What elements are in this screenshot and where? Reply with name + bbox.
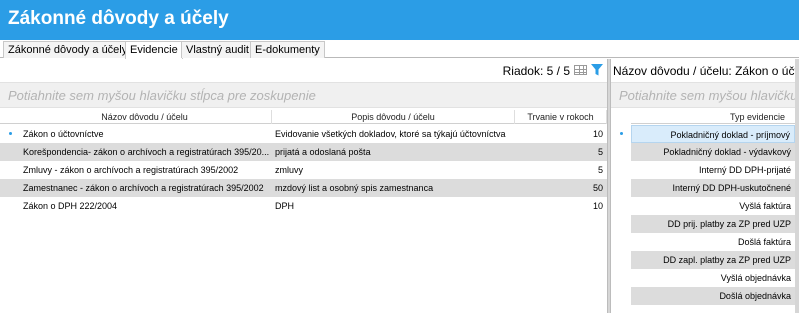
list-item[interactable]: Pokladničný doklad - príjmový [631,125,795,143]
group-hint-text: Potiahnite sem myšou hlavičku stĺpca pre… [619,88,799,103]
list-item[interactable]: Pokladničný doklad - výdavkový [631,143,795,161]
cell-description: mzdový list a osobný spis zamestnanca [275,183,434,193]
list-item[interactable]: DD zapl. platby za ZP pred UZP [631,251,795,269]
right-toolbar: Názov dôvodu / účelu: Zákon o účtovníctv… [611,59,799,81]
cell-years: 5 [597,165,603,175]
current-row-indicator [620,132,623,135]
column-header-years[interactable]: Trvanie v rokoch [515,110,607,124]
table-row[interactable]: Zákon o účtovníctve Evidovanie všetkých … [0,125,607,143]
cell-years: 5 [597,147,603,157]
cell-description: prijatá a odoslaná pošta [275,147,371,157]
app-title-bar: Zákonné dôvody a účely [0,0,799,40]
group-by-drop-area-right[interactable]: Potiahnite sem myšou hlavičku stĺpca pre… [611,82,799,108]
cell-name: Zmluvy - zákon o archívoch a registratúr… [23,165,239,175]
cell-years: 10 [592,129,603,139]
vertical-scrollbar[interactable] [795,59,799,313]
grid-layout-icon[interactable] [574,65,587,75]
tab-zakonne-dovody[interactable]: Zákonné dôvody a účely [3,41,133,58]
window-title: Zákonné dôvody a účely [8,8,229,29]
list-item[interactable]: Vyšlá objednávka [631,269,795,287]
tab-strip: Zákonné dôvody a účely Evidencie Vlastný… [0,40,799,59]
tab-evidencie[interactable]: Evidencie [125,41,183,59]
list-item[interactable]: DD prij. platby za ZP pred UZP [631,215,795,233]
column-header-description[interactable]: Popis dôvodu / účelu [272,110,515,124]
group-by-drop-area[interactable]: Potiahnite sem myšou hlavičku stĺpca pre… [0,82,607,108]
table-row[interactable]: Zamestnanec - zákon o archívoch a regist… [0,179,607,197]
table-row[interactable]: Zmluvy - zákon o archívoch a registratúr… [0,161,607,179]
tab-e-dokumenty[interactable]: E-dokumenty [250,41,325,58]
cell-years: 50 [592,183,603,193]
cell-description: zmluvy [275,165,304,175]
cell-name: Zákon o DPH 222/2004 [23,201,118,211]
filter-icon[interactable] [590,63,604,77]
table-header: Názov dôvodu / účelu Popis dôvodu / účel… [0,110,607,124]
column-header-record-type[interactable]: Typ evidencie [631,110,799,124]
cell-name: Zamestnanec - zákon o archívoch a regist… [23,183,264,193]
right-panel: Názov dôvodu / účelu: Zákon o účtovníctv… [611,59,799,313]
cell-years: 10 [592,201,603,211]
list-item[interactable]: Došlá objednávka [631,287,795,305]
table-row[interactable]: Korešpondencia- zákon o archívoch a regi… [0,143,607,161]
cell-name: Korešpondencia- zákon o archívoch a regi… [23,147,270,157]
group-hint-text: Potiahnite sem myšou hlavičku stĺpca pre… [8,88,316,103]
table-row[interactable]: Zákon o DPH 222/2004 DPH 10 [0,197,607,215]
list-item[interactable]: Interný DD DPH-prijaté [631,161,795,179]
tab-vlastny-audit[interactable]: Vlastný audit [181,41,254,58]
cell-name: Zákon o účtovníctve [23,129,104,139]
column-header-name[interactable]: Názov dôvodu / účelu [18,110,272,124]
list-item[interactable]: Došlá faktúra [631,233,795,251]
current-row-indicator [9,132,12,135]
row-count: Riadok: 5 / 5 [502,64,570,78]
cell-description: Evidovanie všetkých dokladov, ktoré sa t… [275,129,506,139]
list-item[interactable]: Vyšlá faktúra [631,197,795,215]
left-toolbar: Riadok: 5 / 5 [0,59,607,81]
left-panel: Riadok: 5 / 5 Potiahnite sem myšou hlavi… [0,59,607,313]
list-item[interactable]: Interný DD DPH-uskutočnené [631,179,795,197]
detail-title: Názov dôvodu / účelu: Zákon o účtovníctv… [613,64,799,78]
cell-description: DPH [275,201,295,211]
